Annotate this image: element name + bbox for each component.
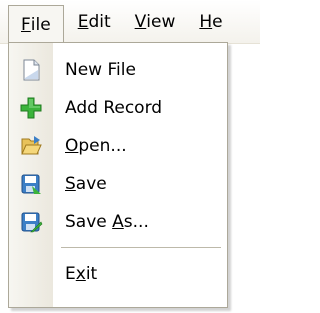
menu-edit-mnemonic: E: [77, 11, 89, 32]
menu-file-mnemonic: F: [21, 14, 31, 35]
menu-help-label: e: [212, 11, 223, 32]
menu-view[interactable]: View: [125, 5, 186, 39]
menu-view-mnemonic: V: [134, 11, 147, 32]
menu-edit-label: dit: [88, 11, 111, 32]
separator-line: [61, 247, 221, 248]
menu-item-exit[interactable]: Exit: [9, 255, 227, 293]
app-window: File Edit View He New File Add Record Op…: [0, 0, 260, 313]
menu-item-label: Save: [65, 174, 107, 194]
save-as-icon: [19, 210, 43, 234]
menu-item-save[interactable]: Save: [9, 165, 227, 203]
save-icon: [19, 172, 43, 196]
menu-item-label: New File: [65, 60, 136, 80]
menu-file[interactable]: File: [8, 5, 64, 43]
menu-item-label: Add Record: [65, 98, 163, 118]
menu-item-label: Save As...: [65, 212, 149, 232]
new-file-icon: [19, 58, 43, 82]
menu-help-mnemonic: H: [199, 11, 213, 32]
menu-item-add-record[interactable]: Add Record: [9, 89, 227, 127]
menu-item-label: Open...: [65, 136, 127, 156]
menu-item-label: Exit: [65, 264, 98, 284]
menu-item-open[interactable]: Open...: [9, 127, 227, 165]
menu-file-label: ile: [30, 14, 51, 35]
file-dropdown-menu: New File Add Record Open... Save Save As…: [8, 42, 228, 308]
menu-item-save-as[interactable]: Save As...: [9, 203, 227, 241]
menu-help[interactable]: He: [189, 5, 222, 39]
menu-view-label: iew: [146, 11, 176, 32]
menu-bar: File Edit View He: [0, 0, 260, 44]
menu-item-new-file[interactable]: New File: [9, 51, 227, 89]
menu-edit[interactable]: Edit: [68, 5, 121, 39]
add-record-icon: [19, 96, 43, 120]
menu-separator: [9, 241, 227, 255]
open-folder-icon: [19, 134, 43, 158]
